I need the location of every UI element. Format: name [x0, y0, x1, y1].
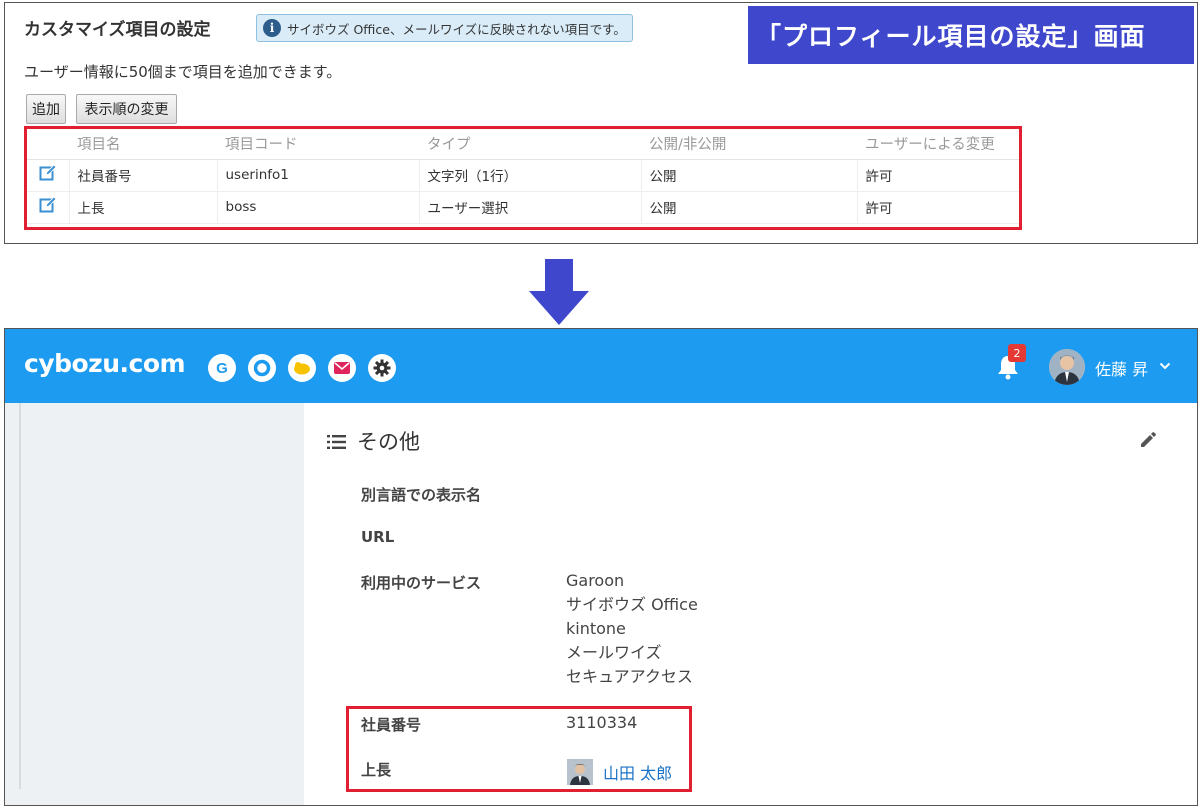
chevron-down-icon[interactable] — [1159, 361, 1171, 371]
highlight-box-fields-table: 項目名 項目コード タイプ 公開/非公開 ユーザーによる変更 社員番号 user… — [24, 126, 1022, 230]
table-header-edit — [27, 129, 69, 160]
info-icon: i — [263, 19, 281, 37]
service-item: セキュアアクセス — [566, 667, 693, 686]
table-header-code: 項目コード — [217, 129, 419, 160]
service-item: Garoon — [566, 571, 625, 590]
field-user-change: 許可 — [857, 159, 1019, 192]
services-list: Garoon サイボウズ Office kintone メールワイズ セキュアア… — [566, 569, 698, 689]
table-header-type: タイプ — [419, 129, 641, 160]
table-header-row: 項目名 項目コード タイプ 公開/非公開 ユーザーによる変更 — [27, 129, 1019, 160]
boss-user-link[interactable]: 山田 太郎 — [603, 760, 672, 784]
mailwise-icon[interactable] — [328, 354, 356, 382]
cybozu-logo[interactable]: cybozu.com — [24, 349, 186, 378]
service-item: サイボウズ Office — [566, 595, 698, 614]
edit-icon[interactable] — [39, 164, 57, 182]
table-header-user-change: ユーザーによる変更 — [857, 129, 1019, 160]
garoon-icon[interactable]: G — [208, 354, 236, 382]
edit-cell — [27, 191, 70, 224]
screen-title-banner: 「プロフィール項目の設定」画面 — [748, 6, 1194, 64]
url-label: URL — [361, 528, 395, 546]
field-code: userinfo1 — [217, 159, 420, 192]
notification-count-badge: 2 — [1008, 344, 1026, 362]
app-switcher: G — [208, 354, 396, 382]
settings-description: ユーザー情報に50個まで項目を追加できます。 — [24, 63, 342, 81]
field-visibility: 公開 — [641, 159, 858, 192]
table-header-visibility: 公開/非公開 — [641, 129, 857, 160]
service-item: kintone — [566, 619, 626, 638]
boss-label: 上長 — [361, 761, 392, 779]
info-notice: i サイボウズ Office、メールワイズに反映されない項目です。 — [256, 14, 633, 42]
employee-no-value: 3110334 — [566, 713, 638, 732]
field-code: boss — [217, 191, 420, 224]
edit-icon[interactable] — [39, 196, 57, 214]
custom-fields-table: 項目名 項目コード タイプ 公開/非公開 ユーザーによる変更 社員番号 user… — [27, 129, 1019, 224]
profile-screen: cybozu.com G 2 佐藤 昇 その他 別言語での表示名 URL 利用中… — [4, 328, 1198, 806]
field-name: 上長 — [69, 191, 218, 224]
info-text: サイボウズ Office、メールワイズに反映されない項目です。 — [287, 21, 626, 37]
field-visibility: 公開 — [641, 191, 858, 224]
edit-cell — [27, 159, 70, 192]
svg-text:G: G — [216, 360, 228, 377]
down-arrow-icon — [529, 259, 589, 325]
services-label: 利用中のサービス — [361, 574, 482, 592]
profile-main: その他 別言語での表示名 URL 利用中のサービス Garoon サイボウズ O… — [304, 403, 1197, 805]
service-item: メールワイズ — [566, 643, 662, 662]
table-row: 上長 boss ユーザー選択 公開 許可 — [27, 191, 1019, 224]
office-icon[interactable] — [248, 354, 276, 382]
kintone-icon[interactable] — [288, 354, 316, 382]
list-icon — [327, 435, 346, 449]
add-button[interactable]: 追加 — [26, 94, 66, 124]
settings-title: カスタマイズ項目の設定 — [24, 20, 211, 40]
section-title: その他 — [357, 430, 420, 454]
boss-avatar — [567, 759, 593, 785]
alt-name-label: 別言語での表示名 — [361, 486, 482, 504]
user-avatar[interactable] — [1049, 349, 1085, 385]
left-sidebar — [19, 403, 305, 789]
settings-gear-icon[interactable] — [368, 354, 396, 382]
table-header-name: 項目名 — [69, 129, 217, 160]
field-type: ユーザー選択 — [419, 191, 642, 224]
app-header: cybozu.com G 2 佐藤 昇 — [5, 329, 1197, 403]
table-row: 社員番号 userinfo1 文字列（1行） 公開 許可 — [27, 159, 1019, 192]
user-name[interactable]: 佐藤 昇 — [1095, 356, 1148, 380]
pencil-icon[interactable] — [1139, 431, 1157, 449]
field-user-change: 許可 — [857, 191, 1019, 224]
field-type: 文字列（1行） — [419, 159, 642, 192]
employee-no-label: 社員番号 — [361, 716, 422, 734]
field-name: 社員番号 — [69, 159, 218, 192]
change-order-button[interactable]: 表示順の変更 — [76, 94, 177, 124]
